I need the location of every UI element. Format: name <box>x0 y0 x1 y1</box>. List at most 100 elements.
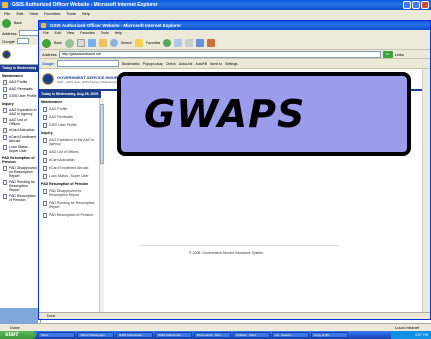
search-button-label[interactable]: Search <box>121 41 132 45</box>
forward-arrow-icon[interactable] <box>64 38 74 48</box>
nav-item-pad-pending[interactable]: PAD Pending for Resumption Report <box>39 199 100 211</box>
close-button[interactable] <box>421 1 429 9</box>
nav-item-aao-list-of-offices[interactable]: AAO List of Offices <box>39 148 100 156</box>
sidebar-scrollbar[interactable] <box>99 98 104 312</box>
taskbar-item[interactable]: Untitled - Paint <box>233 332 270 338</box>
nav-item[interactable]: eCard Enrollment Abroad <box>0 134 40 144</box>
status-text: Done <box>10 325 20 330</box>
minimize-button[interactable] <box>403 1 411 9</box>
nav-item[interactable]: AAO List of Offices <box>0 117 40 127</box>
nav-item-label: GSIS User Profile <box>9 94 37 98</box>
refresh-icon[interactable] <box>87 39 96 47</box>
autofill-button[interactable]: AutoFill <box>195 62 207 66</box>
nav-section-inquiry: Inquiry <box>41 131 53 135</box>
nav-item[interactable]: AAO Renewals <box>0 86 40 93</box>
menu-edit[interactable]: Edit <box>55 30 61 37</box>
nav-item-label: PAD Disapproved for Resumption Report <box>49 188 82 198</box>
scrollbar-thumb[interactable] <box>100 104 104 164</box>
sendto-button[interactable]: Send to <box>210 62 222 66</box>
popups-button[interactable]: Popups okay <box>143 62 163 66</box>
menu-view[interactable]: View <box>67 30 75 37</box>
taskbar-item[interactable]: Yahoo! Messenger <box>77 332 114 338</box>
menu-tools[interactable]: Tools <box>101 30 109 37</box>
messenger-icon[interactable] <box>207 39 216 47</box>
print-icon[interactable] <box>185 39 194 47</box>
menu-help[interactable]: Help <box>82 10 90 17</box>
nav-item-aao-expiration[interactable]: AAO Expiration in the AAO in Agency <box>39 136 100 148</box>
search-icon[interactable] <box>109 39 118 47</box>
favorites-star-icon[interactable] <box>134 39 143 47</box>
back-button-label[interactable]: Back <box>54 41 62 45</box>
nav-item[interactable]: eCard Activation <box>0 127 40 134</box>
document-icon <box>43 149 47 155</box>
nav-item-label: AAO Renewals <box>9 87 33 91</box>
back-window-statusbar: Done Local intranet <box>0 323 431 331</box>
nav-item[interactable]: GSIS User Profile <box>0 93 40 100</box>
page-scrollbar[interactable] <box>422 69 430 312</box>
nav-item-label: eCard Enrollment Abroad <box>9 135 37 143</box>
nav-item-aao-profile[interactable]: AAO Profile <box>39 105 100 113</box>
menu-edit[interactable]: Edit <box>16 10 23 17</box>
maximize-button[interactable] <box>412 1 420 9</box>
favorites-button-label[interactable]: Favorites <box>146 41 160 45</box>
home-icon[interactable] <box>98 39 107 47</box>
edit-icon[interactable] <box>196 39 205 47</box>
back-arrow-icon[interactable] <box>42 38 51 48</box>
nav-item-pad-resumption[interactable]: PAD Resumption of Pension <box>39 211 100 219</box>
back-window-date-bar: Today is Wednesday <box>0 65 40 72</box>
stop-icon[interactable] <box>76 39 85 47</box>
menu-favorites[interactable]: Favorites <box>44 10 60 17</box>
menu-tools[interactable]: Tools <box>66 10 75 17</box>
nav-item-label: AAO List of Offices <box>9 118 27 126</box>
front-window-titlebar[interactable]: GSIS Authorized Officer Website - Micros… <box>39 21 430 30</box>
back-window-titlebar[interactable]: GSIS Authorized Officer Website - Micros… <box>0 0 431 10</box>
google-search-input[interactable] <box>57 60 120 67</box>
nav-item-pad-disapproved[interactable]: PAD Disapproved for Resumption Report <box>39 187 100 199</box>
taskbar-item[interactable]: Ad - Search... <box>272 332 309 338</box>
menu-file[interactable]: File <box>43 30 49 37</box>
go-button[interactable]: Go <box>382 50 393 58</box>
bookmarks-button[interactable]: Bookmarks <box>122 62 140 66</box>
document-icon <box>43 173 47 179</box>
menu-help[interactable]: Help <box>115 30 122 37</box>
google-search-input[interactable] <box>16 38 29 44</box>
back-arrow-icon[interactable] <box>2 18 11 28</box>
settings-button[interactable]: Settings <box>225 62 238 66</box>
mail-icon[interactable] <box>174 39 183 47</box>
nav-item-gsis-user-profile[interactable]: GSIS User Profile <box>39 121 100 129</box>
nav-item-label: AAO Renewals <box>49 114 73 119</box>
nav-item[interactable]: PAD Resumption of Pension <box>0 193 40 203</box>
address-input[interactable] <box>18 30 39 36</box>
taskbar-item[interactable]: Copy of Wi... <box>311 332 348 338</box>
nav-item-loan-status[interactable]: Loan Status - Super User <box>39 172 100 180</box>
taskbar-item[interactable]: GSIS Authorized... <box>155 332 192 338</box>
document-icon <box>43 200 47 206</box>
front-window-title: GSIS Authorized Officer Website - Micros… <box>50 23 182 28</box>
check-button[interactable]: Check <box>166 62 176 66</box>
back-button-label[interactable]: Back <box>14 21 22 25</box>
menu-favorites[interactable]: Favorites <box>80 30 94 37</box>
nav-item-label: PAD Resumption of Pension <box>49 212 94 217</box>
nav-item-ecard-enrollment[interactable]: eCard Enrollment Abroad <box>39 164 100 172</box>
taskbar-item[interactable]: GSIS Authorized... <box>116 332 153 338</box>
menu-file[interactable]: File <box>4 10 10 17</box>
nav-item[interactable]: Loan Status - Super User <box>0 144 40 154</box>
links-button[interactable]: Links <box>395 52 404 57</box>
taskbar-item[interactable]: Inbox <box>38 332 75 338</box>
nav-item-aao-renewals[interactable]: AAO Renewals <box>39 113 100 121</box>
nav-item[interactable]: PAD Disapproved for Resumption Report <box>0 165 40 179</box>
back-window-header <box>0 45 40 65</box>
start-button[interactable]: start <box>0 331 36 339</box>
nav-item[interactable]: AAO Profile <box>0 79 40 86</box>
history-icon[interactable] <box>163 39 172 47</box>
address-input[interactable]: http://gsisaaoextranet.net <box>58 50 381 58</box>
taskbar-item[interactable]: Document1 - Micr... <box>194 332 231 338</box>
google-label: Google <box>2 38 15 44</box>
document-icon <box>43 137 47 143</box>
menu-view[interactable]: View <box>29 10 38 17</box>
nav-item[interactable]: PAD Pending for Resumption Report <box>0 179 40 193</box>
nav-item[interactable]: AAO Expiration in AAO in Agency <box>0 107 40 117</box>
autolink-button[interactable]: AutoLink <box>179 62 193 66</box>
nav-item-ecard-activation[interactable]: eCard Activation <box>39 156 100 164</box>
nav-item-label: AAO Profile <box>9 80 28 84</box>
